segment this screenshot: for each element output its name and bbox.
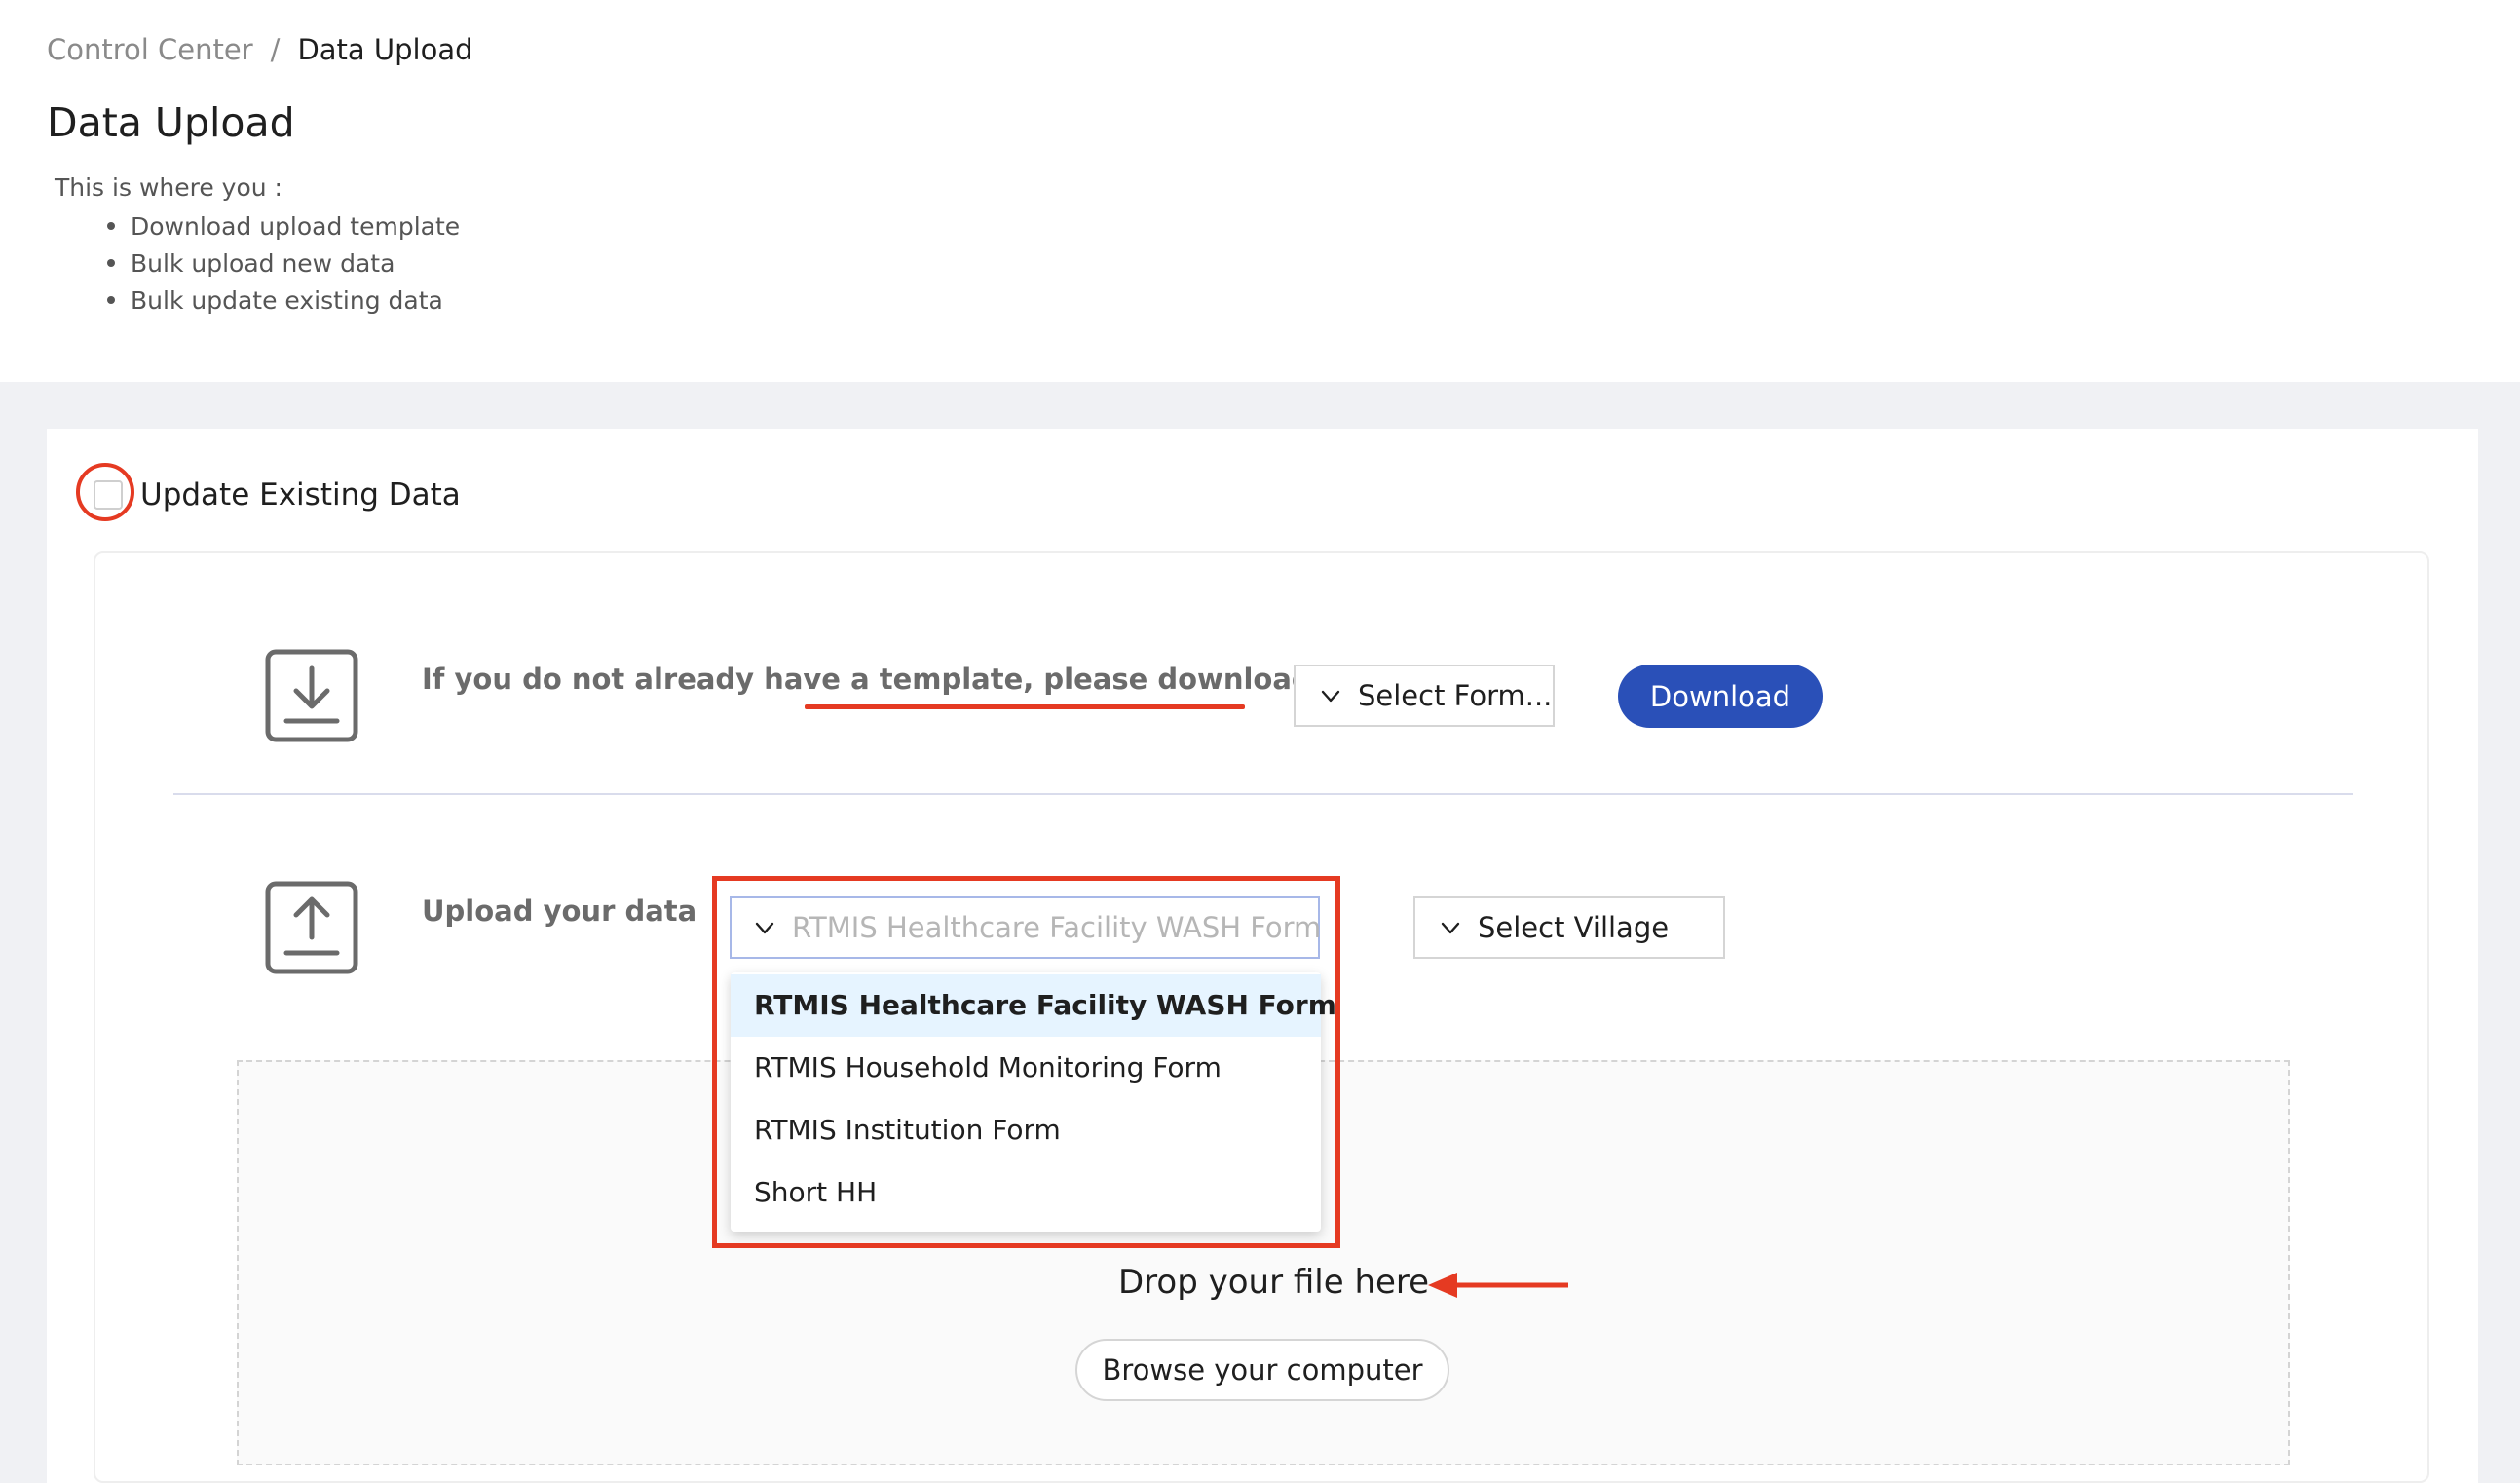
breadcrumb-current: Data Upload bbox=[297, 33, 473, 66]
download-form-select[interactable]: Select Form... bbox=[1294, 665, 1555, 727]
upload-data-text: Upload your data bbox=[422, 894, 697, 928]
arrow-annotation bbox=[1428, 1271, 1570, 1300]
intro-bullet: Download upload template bbox=[107, 209, 460, 246]
dropzone-text: Drop your file here bbox=[1118, 1263, 1430, 1302]
browse-computer-button[interactable]: Browse your computer bbox=[1075, 1339, 1449, 1401]
update-existing-label[interactable]: Update Existing Data bbox=[140, 477, 461, 513]
village-select[interactable]: Select Village bbox=[1413, 896, 1725, 959]
upload-icon bbox=[265, 881, 358, 974]
template-annotation-underline bbox=[805, 704, 1245, 709]
download-form-select-label: Select Form... bbox=[1358, 679, 1553, 712]
section-divider bbox=[173, 793, 2353, 795]
download-icon bbox=[265, 649, 358, 742]
download-button[interactable]: Download bbox=[1618, 665, 1823, 728]
intro-bullet: Bulk upload new data bbox=[107, 246, 460, 283]
village-select-label: Select Village bbox=[1478, 911, 1670, 944]
chevron-down-icon bbox=[1317, 682, 1344, 709]
chevron-down-icon bbox=[1437, 914, 1464, 941]
page-title: Data Upload bbox=[47, 99, 295, 146]
intro-text: This is where you : bbox=[55, 173, 282, 202]
dropdown-annotation-box bbox=[712, 876, 1340, 1248]
breadcrumb-separator: / bbox=[270, 33, 281, 66]
checkbox-annotation-circle bbox=[76, 463, 134, 521]
download-template-text: If you do not already have a template, p… bbox=[422, 663, 1345, 696]
intro-bullet: Bulk update existing data bbox=[107, 283, 460, 320]
breadcrumb-home-link[interactable]: Control Center bbox=[47, 33, 253, 66]
intro-bullet-list: Download upload template Bulk upload new… bbox=[107, 209, 460, 320]
breadcrumb: Control Center / Data Upload bbox=[47, 33, 473, 66]
